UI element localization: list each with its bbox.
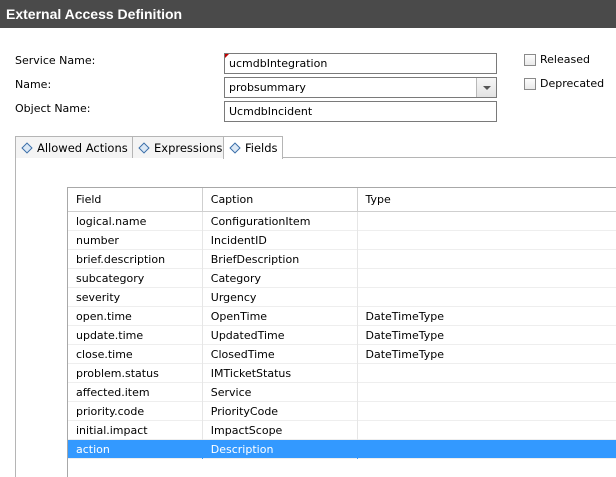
table-row[interactable]: priority.codePriorityCode <box>68 402 616 421</box>
caption-cell: OpenTime <box>203 307 358 326</box>
caption-cell: PriorityCode <box>203 402 358 421</box>
caption-cell: Urgency <box>203 288 358 307</box>
type-cell <box>358 383 616 402</box>
tab-label: Fields <box>245 141 278 155</box>
tab-label: Allowed Actions <box>37 141 128 155</box>
chevron-down-icon[interactable] <box>476 78 496 97</box>
caption-cell: BriefDescription <box>203 250 358 269</box>
field-cell: priority.code <box>68 402 203 421</box>
type-cell: DateTimeType <box>358 307 616 326</box>
service-name-field[interactable]: ucmdbIntegration <box>224 53 497 74</box>
window-title: External Access Definition <box>0 0 616 28</box>
field-cell: affected.item <box>68 383 203 402</box>
released-label: Released <box>540 53 590 66</box>
field-cell: initial.impact <box>68 421 203 440</box>
table-header: Field Caption Type <box>68 188 616 212</box>
field-cell: subcategory <box>68 269 203 288</box>
caption-cell: IMTicketStatus <box>203 364 358 383</box>
tab-expressions[interactable]: Expressions <box>132 136 224 158</box>
table-row[interactable]: subcategoryCategory <box>68 269 616 288</box>
type-cell <box>358 212 616 231</box>
column-header-field[interactable]: Field <box>68 188 203 212</box>
table-row[interactable]: actionDescription <box>68 440 616 459</box>
diamond-icon <box>21 142 32 153</box>
field-cell: brief.description <box>68 250 203 269</box>
field-cell: severity <box>68 288 203 307</box>
table-row[interactable]: brief.descriptionBriefDescription <box>68 250 616 269</box>
name-value: probsummary <box>229 81 306 94</box>
type-cell <box>358 231 616 250</box>
field-cell: action <box>68 440 203 459</box>
type-cell <box>358 269 616 288</box>
service-name-label: Service Name: <box>15 54 95 67</box>
caption-cell: ConfigurationItem <box>203 212 358 231</box>
deprecated-checkbox[interactable] <box>524 78 536 90</box>
tab-allowed-actions[interactable]: Allowed Actions <box>15 136 133 158</box>
caption-cell: ImpactScope <box>203 421 358 440</box>
table-row[interactable]: logical.nameConfigurationItem <box>68 212 616 231</box>
caption-cell: IncidentID <box>203 231 358 250</box>
table-row[interactable]: close.timeClosedTimeDateTimeType <box>68 345 616 364</box>
diamond-icon <box>138 142 149 153</box>
name-label: Name: <box>15 78 51 91</box>
field-cell: close.time <box>68 345 203 364</box>
column-header-caption[interactable]: Caption <box>203 188 358 212</box>
caption-cell: ClosedTime <box>203 345 358 364</box>
table-row[interactable]: update.timeUpdatedTimeDateTimeType <box>68 326 616 345</box>
column-header-type[interactable]: Type <box>358 188 616 212</box>
diamond-icon <box>229 142 240 153</box>
table-row[interactable]: numberIncidentID <box>68 231 616 250</box>
table-row[interactable]: problem.statusIMTicketStatus <box>68 364 616 383</box>
table-row[interactable]: initial.impactImpactScope <box>68 421 616 440</box>
field-cell: logical.name <box>68 212 203 231</box>
deprecated-option[interactable]: Deprecated <box>524 77 604 90</box>
deprecated-label: Deprecated <box>540 77 604 90</box>
table-row[interactable]: open.timeOpenTimeDateTimeType <box>68 307 616 326</box>
caption-cell: UpdatedTime <box>203 326 358 345</box>
type-cell <box>358 402 616 421</box>
object-name-field[interactable]: UcmdbIncident <box>224 101 497 122</box>
type-cell: DateTimeType <box>358 326 616 345</box>
field-cell: update.time <box>68 326 203 345</box>
object-name-label: Object Name: <box>15 102 90 115</box>
tab-label: Expressions <box>154 141 222 155</box>
field-cell: number <box>68 231 203 250</box>
type-cell <box>358 288 616 307</box>
caption-cell: Description <box>203 440 358 459</box>
type-cell <box>358 364 616 383</box>
caption-cell: Category <box>203 269 358 288</box>
field-cell: problem.status <box>68 364 203 383</box>
released-checkbox[interactable] <box>524 54 536 66</box>
name-combobox[interactable]: probsummary <box>224 77 497 98</box>
table-row[interactable]: severityUrgency <box>68 288 616 307</box>
fields-table: Field Caption Type logical.nameConfigura… <box>67 187 616 477</box>
type-cell <box>358 250 616 269</box>
type-cell <box>358 440 616 459</box>
table-body: logical.nameConfigurationItemnumberIncid… <box>68 212 616 459</box>
table-row[interactable]: affected.itemService <box>68 383 616 402</box>
caption-cell: Service <box>203 383 358 402</box>
type-cell <box>358 421 616 440</box>
tab-fields[interactable]: Fields <box>223 136 283 159</box>
field-cell: open.time <box>68 307 203 326</box>
released-option[interactable]: Released <box>524 53 590 66</box>
type-cell: DateTimeType <box>358 345 616 364</box>
